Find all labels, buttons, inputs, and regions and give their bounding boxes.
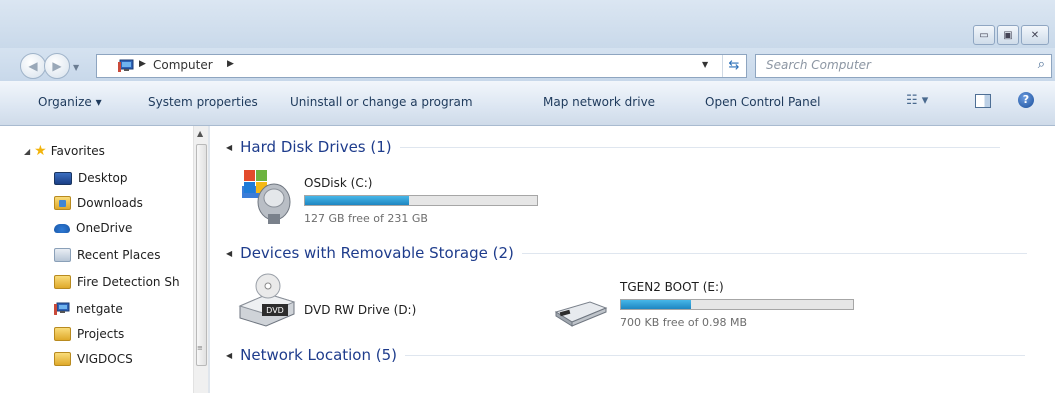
downloads-folder-icon xyxy=(54,196,71,210)
favorites-label: Favorites xyxy=(50,144,105,158)
folder-icon xyxy=(54,275,71,289)
drive-d-label[interactable]: DVD RW Drive (D:) xyxy=(304,303,416,317)
system-properties-button[interactable]: System properties xyxy=(148,95,258,109)
recent-places-icon xyxy=(54,248,71,262)
folder-icon xyxy=(54,327,71,341)
sidebar-item-projects[interactable]: Projects xyxy=(54,327,124,341)
group-divider xyxy=(399,146,1000,148)
scroll-grip-icon: ≡ xyxy=(197,344,203,352)
drive-c-capacity-fill xyxy=(305,196,410,205)
sidebar-item-vigdocs[interactable]: VIGDOCS xyxy=(54,352,133,366)
search-box[interactable]: Search Computer ⌕ xyxy=(755,54,1052,78)
open-control-panel-button[interactable]: Open Control Panel xyxy=(705,95,820,109)
sidebar-item-label: netgate xyxy=(76,302,123,316)
expand-arrow-icon[interactable]: ◢ xyxy=(24,147,30,156)
breadcrumb-chevron-icon[interactable]: ▶ xyxy=(227,59,234,69)
drive-e-capacity-fill xyxy=(621,300,691,309)
search-icon[interactable]: ⌕ xyxy=(1038,57,1045,72)
preview-pane-icon[interactable] xyxy=(975,94,991,108)
dvd-drive-icon[interactable]: DVD xyxy=(238,272,296,328)
hard-disk-drive-icon[interactable] xyxy=(240,168,292,226)
collapse-arrow-icon[interactable]: ◀ xyxy=(226,351,232,360)
sidebar-item-label: VIGDOCS xyxy=(77,352,133,366)
sidebar-item-onedrive[interactable]: OneDrive xyxy=(54,221,132,235)
drive-e-label[interactable]: TGEN2 BOOT (E:) xyxy=(620,280,724,294)
drive-c-capacity-bar xyxy=(304,195,538,206)
refresh-button[interactable]: ⇆ xyxy=(722,55,745,77)
recent-pages-dropdown[interactable]: ▼ xyxy=(73,63,79,72)
sidebar-item-recent-places[interactable]: Recent Places xyxy=(54,248,160,262)
sidebar-item-label: Desktop xyxy=(78,171,128,185)
scroll-up-arrow-icon[interactable]: ▲ xyxy=(197,129,203,138)
maximize-button[interactable]: ▣ xyxy=(997,25,1019,45)
group-title: Devices with Removable Storage (2) xyxy=(240,244,514,262)
usb-drive-icon[interactable] xyxy=(552,298,610,328)
onedrive-icon xyxy=(54,223,70,233)
forward-button[interactable]: ▶ xyxy=(44,53,70,79)
drive-e-capacity-bar xyxy=(620,299,854,310)
back-arrow-icon: ◀ xyxy=(28,59,38,73)
collapse-arrow-icon[interactable]: ◀ xyxy=(226,143,232,152)
back-button[interactable]: ◀ xyxy=(20,53,46,79)
address-dropdown-icon[interactable]: ▼ xyxy=(702,60,708,69)
forward-arrow-icon: ▶ xyxy=(52,59,62,73)
sidebar-item-label: OneDrive xyxy=(76,221,133,235)
favorites-header[interactable]: ◢ ★ Favorites xyxy=(24,144,105,158)
dvd-logo-text: DVD xyxy=(266,306,284,315)
group-header-removable[interactable]: ◀ Devices with Removable Storage (2) xyxy=(226,244,1027,262)
star-icon: ★ xyxy=(34,143,47,159)
folder-icon xyxy=(54,352,71,366)
sidebar-item-netgate[interactable]: netgate xyxy=(54,302,123,316)
sidebar-item-fire-detection[interactable]: Fire Detection Sh xyxy=(54,275,180,289)
refresh-icon: ⇆ xyxy=(728,58,740,73)
organize-button[interactable]: Organize ▾ xyxy=(38,95,102,109)
group-divider xyxy=(521,252,1027,254)
sidebar-item-desktop[interactable]: Desktop xyxy=(54,171,128,185)
drive-e-free-space: 700 KB free of 0.98 MB xyxy=(620,316,748,329)
minimize-button[interactable]: ▭ xyxy=(973,25,995,45)
drive-c-label[interactable]: OSDisk (C:) xyxy=(304,176,372,190)
network-computer-icon xyxy=(54,302,70,315)
sidebar-item-downloads[interactable]: Downloads xyxy=(54,196,143,210)
caption-buttons: ▭ ▣ ✕ xyxy=(973,25,1049,45)
breadcrumb-computer[interactable]: Computer xyxy=(153,58,213,72)
breadcrumb-chevron-icon[interactable]: ▶ xyxy=(139,59,146,69)
help-icon[interactable]: ? xyxy=(1018,92,1034,108)
group-divider xyxy=(405,354,1026,356)
change-view-button[interactable]: ☷ ▾ xyxy=(906,93,928,108)
navigation-pane-scrollbar[interactable]: ▲ ≡ xyxy=(193,126,208,393)
title-bar: ▭ ▣ ✕ xyxy=(0,0,1055,48)
sidebar-item-label: Recent Places xyxy=(77,248,161,262)
scrollbar-thumb[interactable] xyxy=(196,144,207,366)
address-bar[interactable]: ▶ Computer ▶ ▼ ⇆ xyxy=(96,54,747,78)
group-title: Hard Disk Drives (1) xyxy=(240,138,392,156)
sidebar-item-label: Downloads xyxy=(77,196,143,210)
group-header-hard-disk[interactable]: ◀ Hard Disk Drives (1) xyxy=(226,138,1000,156)
close-button[interactable]: ✕ xyxy=(1021,25,1049,45)
drive-c-free-space: 127 GB free of 231 GB xyxy=(304,212,428,225)
content-pane: ◀ Hard Disk Drives (1) OSDisk (C:) 127 G… xyxy=(210,126,1055,393)
desktop-icon xyxy=(54,171,72,185)
sidebar-item-label: Fire Detection Sh xyxy=(77,275,180,289)
map-network-drive-button[interactable]: Map network drive xyxy=(543,95,655,109)
uninstall-program-button[interactable]: Uninstall or change a program xyxy=(290,95,473,109)
group-title: Network Location (5) xyxy=(240,346,398,364)
navigation-row: ◀ ▶ ▼ ▶ Computer ▶ ▼ ⇆ Search Computer ⌕ xyxy=(0,48,1055,81)
sidebar-item-label: Projects xyxy=(77,327,125,341)
group-header-network[interactable]: ◀ Network Location (5) xyxy=(226,346,1026,364)
collapse-arrow-icon[interactable]: ◀ xyxy=(226,249,232,258)
search-input[interactable]: Search Computer xyxy=(766,58,871,72)
computer-icon xyxy=(118,59,134,72)
command-bar: Organize ▾ System properties Uninstall o… xyxy=(0,81,1055,126)
